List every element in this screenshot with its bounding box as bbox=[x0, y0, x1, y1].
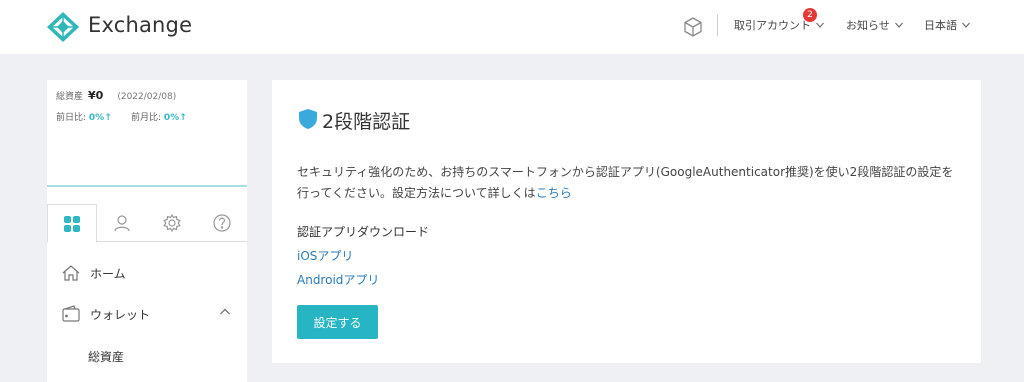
user-icon bbox=[114, 215, 130, 232]
language-menu-label: 日本語 bbox=[924, 19, 957, 32]
two-factor-panel: 2段階認証 セキュリティ強化のため、お持ちのスマートフォンから認証アプリ(Goo… bbox=[272, 80, 981, 363]
month-change-value: 0%↑ bbox=[163, 113, 187, 123]
shield-icon bbox=[299, 109, 317, 129]
home-icon bbox=[62, 265, 80, 281]
dashboard-grid-icon bbox=[64, 215, 80, 232]
gear-icon bbox=[163, 213, 181, 233]
day-change-value: 0%↑ bbox=[88, 113, 112, 123]
chevron-down-icon bbox=[816, 22, 824, 28]
chevron-down-icon bbox=[894, 22, 903, 28]
help-icon bbox=[213, 214, 231, 232]
ios-app-link[interactable]: iOSアプリ bbox=[297, 247, 353, 264]
sidebar-item-label: ホーム bbox=[90, 266, 126, 281]
page-title: 2段階認証 bbox=[322, 111, 411, 133]
chart-baseline bbox=[47, 185, 247, 187]
total-assets-summary: 総資産 ¥0 (2022/02/08) bbox=[56, 89, 176, 102]
header-divider bbox=[717, 14, 718, 36]
setup-button[interactable]: 設定する bbox=[297, 305, 378, 339]
brand-name[interactable]: Exchange bbox=[88, 13, 192, 37]
sidebar-subitem-total-assets[interactable]: 総資産 bbox=[88, 348, 124, 365]
chevron-down-icon bbox=[962, 22, 970, 28]
account-menu-label: 取引アカウント bbox=[734, 19, 811, 32]
change-summary: 前日比: 0%↑ 前月比: 0%↑ bbox=[56, 110, 187, 123]
tab-help[interactable] bbox=[197, 204, 247, 242]
month-change-label: 前月比: bbox=[131, 113, 162, 123]
total-assets-date: (2022/02/08) bbox=[117, 92, 177, 102]
day-change-label: 前日比: bbox=[56, 113, 87, 123]
sidebar: 総資産 ¥0 (2022/02/08) 前日比: 0%↑ 前月比: 0%↑ ホー… bbox=[47, 80, 247, 382]
top-header: Exchange 取引アカウント 2 お知らせ 日本語 bbox=[0, 0, 1024, 54]
exchange-logo-icon[interactable] bbox=[46, 11, 80, 43]
notice-menu[interactable]: お知らせ bbox=[846, 17, 904, 33]
download-heading: 認証アプリダウンロード bbox=[297, 225, 430, 239]
cube-icon[interactable] bbox=[682, 16, 704, 38]
details-link[interactable]: こちら bbox=[536, 186, 572, 200]
description-body: セキュリティ強化のため、お持ちのスマートフォンから認証アプリ(GoogleAut… bbox=[297, 165, 954, 200]
language-menu[interactable]: 日本語 bbox=[924, 17, 971, 33]
android-app-link[interactable]: Androidアプリ bbox=[297, 271, 379, 288]
tab-settings[interactable] bbox=[147, 204, 197, 242]
sidebar-tabs bbox=[47, 204, 247, 243]
description-text: セキュリティ強化のため、お持ちのスマートフォンから認証アプリ(GoogleAut… bbox=[297, 162, 957, 204]
tab-dashboard[interactable] bbox=[47, 204, 97, 243]
chevron-up-icon[interactable] bbox=[219, 307, 231, 317]
total-assets-label: 総資産 bbox=[56, 92, 84, 102]
tab-profile[interactable] bbox=[97, 204, 147, 242]
notification-badge: 2 bbox=[803, 8, 817, 22]
wallet-icon bbox=[62, 305, 80, 322]
sidebar-item-wallet[interactable]: ウォレット bbox=[61, 304, 150, 324]
sidebar-item-home[interactable]: ホーム bbox=[61, 263, 126, 283]
notice-menu-label: お知らせ bbox=[846, 19, 890, 32]
total-assets-value: ¥0 bbox=[88, 89, 104, 102]
sidebar-item-label: ウォレット bbox=[90, 307, 151, 322]
